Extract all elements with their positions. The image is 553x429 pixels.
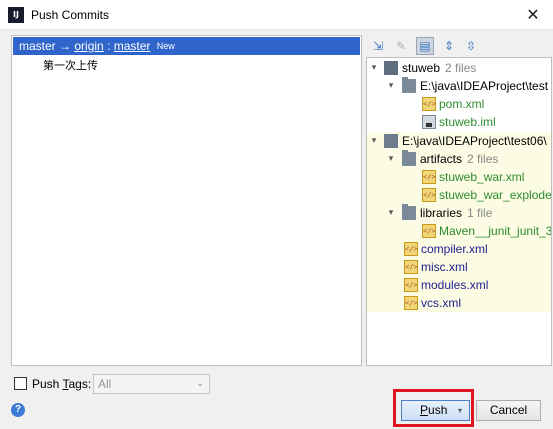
iml-file-icon [422, 115, 436, 129]
new-branch-badge: New [156, 41, 175, 51]
module-path-label: E:\java\IDEAProject\test [420, 79, 549, 93]
module-file-count: 2 files [445, 61, 477, 75]
xml-file-icon [422, 97, 436, 111]
tree-file-misc[interactable]: misc.xml [367, 258, 551, 276]
tags-select[interactable]: All ⌄ [93, 374, 210, 394]
folder-name: artifacts [420, 152, 463, 166]
expand-arrow-icon[interactable]: ▾ [369, 59, 379, 77]
changed-files-tree: ▾ stuweb 2 files ▾ E:\java\IDEAProject\te… [366, 57, 552, 366]
tree-file-iml[interactable]: stuweb.iml [367, 113, 551, 131]
project-path-label: E:\java\IDEAProject\test06\ [402, 134, 547, 148]
push-arrow-icon: → [59, 39, 72, 53]
tags-select-value: All [98, 377, 112, 391]
file-name: stuweb_war_explode [439, 188, 552, 202]
xml-file-icon [404, 260, 418, 274]
module-folder-icon [384, 61, 398, 75]
close-button[interactable]: ✕ [513, 0, 553, 30]
file-name: vcs.xml [421, 296, 461, 310]
file-name: stuweb.iml [439, 115, 496, 129]
intellij-app-icon: IJ [8, 7, 24, 23]
xml-file-icon [422, 188, 436, 202]
window-title: Push Commits [31, 8, 110, 22]
commit-message-item[interactable]: 第一次上传 [43, 58, 98, 74]
edit-icon[interactable]: ✎ [393, 38, 409, 54]
collapse-all-icon[interactable]: ⇳ [463, 38, 479, 54]
changes-toolbar: ⇲ ✎ ▤ ⇕ ⇳ [366, 35, 552, 57]
expand-all-icon[interactable]: ⇕ [441, 38, 457, 54]
remote-branch-link[interactable]: master [114, 39, 151, 53]
folder-file-count: 1 file [467, 206, 493, 220]
module-name: stuweb [402, 61, 441, 75]
tree-node-project-path[interactable]: ▾ E:\java\IDEAProject\test06\ [367, 132, 551, 150]
branch-row-selected[interactable]: master → origin : master New [13, 37, 360, 55]
tree-file-modules[interactable]: modules.xml [367, 276, 551, 294]
tree-node-module-path[interactable]: ▾ E:\java\IDEAProject\test [367, 77, 551, 95]
xml-file-icon [404, 242, 418, 256]
push-tags-row: Push Tags: All ⌄ [13, 374, 273, 394]
tree-file-war-exploded[interactable]: stuweb_war_explode [367, 186, 552, 204]
title-bar: IJ Push Commits ✕ [0, 0, 553, 30]
tree-file-vcs[interactable]: vcs.xml [367, 294, 551, 312]
push-button[interactable]: Push ▾ [401, 400, 470, 421]
file-name: misc.xml [421, 260, 468, 274]
tree-node-artifacts[interactable]: ▾ artifacts 2 files [367, 150, 551, 168]
remote-name-link[interactable]: origin [74, 39, 103, 53]
push-tags-checkbox[interactable] [14, 377, 27, 390]
expand-arrow-icon[interactable]: ▾ [386, 150, 396, 168]
tree-node-libraries[interactable]: ▾ libraries 1 file [367, 204, 551, 222]
folder-icon [402, 204, 416, 220]
file-name: modules.xml [421, 278, 489, 292]
expand-arrow-icon[interactable]: ▾ [386, 204, 396, 222]
file-name: compiler.xml [421, 242, 488, 256]
folder-file-count: 2 files [467, 152, 499, 166]
commits-list: master → origin : master New 第一次上传 [11, 35, 362, 366]
project-folder-icon [384, 134, 398, 148]
xml-file-icon [404, 296, 418, 310]
local-branch-label: master [19, 39, 56, 53]
tree-file-junit[interactable]: Maven__junit_junit_3_ [367, 222, 552, 240]
tree-file-pom[interactable]: pom.xml [367, 95, 551, 113]
push-dropdown-icon[interactable]: ▾ [458, 401, 462, 420]
file-name: Maven__junit_junit_3_ [439, 224, 552, 238]
chevron-down-icon: ⌄ [196, 379, 204, 389]
tree-node-module[interactable]: ▾ stuweb 2 files [367, 59, 551, 77]
push-tags-label-prefix: Push [32, 377, 63, 391]
push-tags-label[interactable]: Push Tags: [32, 377, 91, 391]
file-name: stuweb_war.xml [439, 170, 525, 184]
tree-file-compiler[interactable]: compiler.xml [367, 240, 551, 258]
group-icon[interactable]: ▤ [416, 37, 434, 55]
arrows-in-icon[interactable]: ⇲ [370, 38, 386, 54]
tree-file-war[interactable]: stuweb_war.xml [367, 168, 551, 186]
xml-file-icon [422, 170, 436, 184]
push-tags-label-suffix: ags: [68, 377, 92, 391]
folder-name: libraries [420, 206, 463, 220]
folder-icon [402, 150, 416, 166]
expand-arrow-icon[interactable]: ▾ [369, 132, 379, 150]
expand-arrow-icon[interactable]: ▾ [386, 77, 396, 95]
help-button[interactable]: ? [11, 403, 25, 417]
cancel-button[interactable]: Cancel [476, 400, 541, 421]
xml-file-icon [422, 224, 436, 238]
folder-icon [402, 77, 416, 93]
remote-separator: : [103, 39, 114, 53]
push-button-label: ush [428, 403, 448, 417]
push-button-mnemonic: P [420, 403, 429, 417]
file-name: pom.xml [439, 97, 485, 111]
xml-file-icon [404, 278, 418, 292]
